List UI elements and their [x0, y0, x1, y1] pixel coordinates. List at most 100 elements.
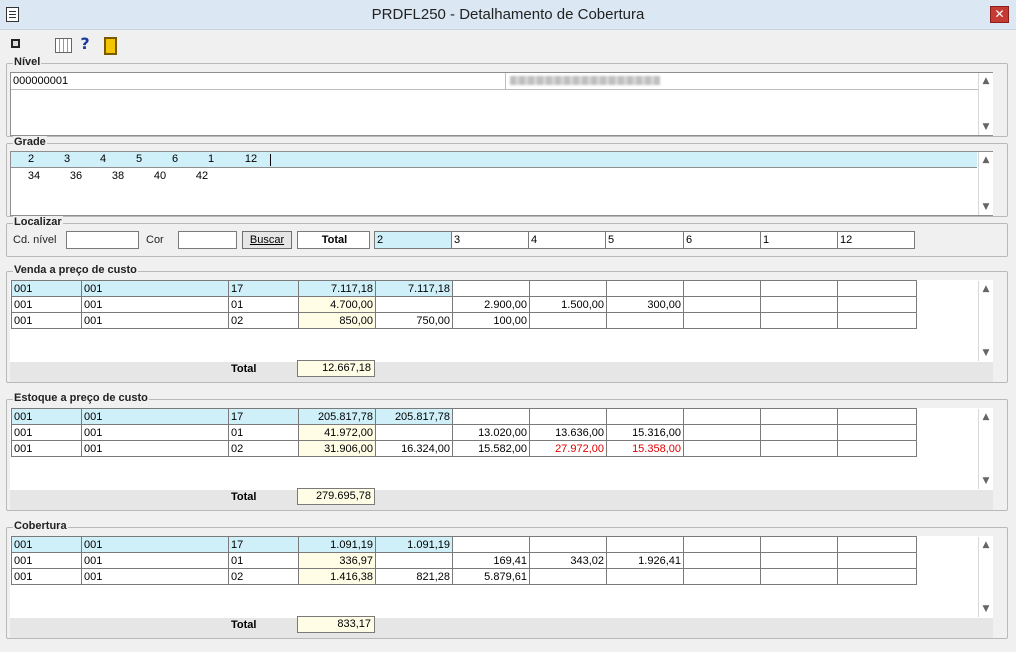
scroll-down-icon[interactable]: ▼ [979, 119, 993, 135]
cell-size-value[interactable] [529, 280, 607, 297]
cell-total[interactable]: 1.416,38 [298, 568, 376, 585]
table-row[interactable]: 001 001 17 205.817,78 205.817,78 [11, 408, 917, 425]
cell-cor[interactable]: 001 [81, 440, 229, 457]
size-header[interactable]: 12 [837, 231, 915, 249]
cell-size-value[interactable]: 343,02 [529, 552, 607, 569]
scroll-down-icon[interactable]: ▼ [979, 199, 993, 215]
cell-total[interactable]: 4.700,00 [298, 296, 376, 313]
size-header[interactable]: 6 [683, 231, 761, 249]
cell-size-value[interactable]: 750,00 [375, 312, 453, 329]
cell-size-value[interactable]: 169,41 [452, 552, 530, 569]
cell-size-value[interactable]: 1.500,00 [529, 296, 607, 313]
cell-size-value[interactable] [683, 296, 761, 313]
cell-size-value[interactable] [760, 280, 838, 297]
table-row[interactable]: 001 001 02 1.416,38 821,28 5.879,61 [11, 568, 917, 585]
cell-total[interactable]: 41.972,00 [298, 424, 376, 441]
cell-tipo[interactable]: 17 [228, 280, 299, 297]
cell-size-value[interactable] [606, 568, 684, 585]
cell-size-value[interactable] [606, 536, 684, 553]
grade-row-1[interactable]: 2 3 4 5 6 1 12 [11, 152, 977, 168]
cell-size-value[interactable] [529, 568, 607, 585]
cell-cor[interactable]: 001 [81, 312, 229, 329]
cell-size-value[interactable] [683, 536, 761, 553]
cell-cor[interactable]: 001 [81, 280, 229, 297]
scroll-up-icon[interactable]: ▲ [979, 409, 993, 425]
cell-cor[interactable]: 001 [81, 296, 229, 313]
cell-cor[interactable]: 001 [81, 424, 229, 441]
cell-size-value[interactable] [683, 408, 761, 425]
cell-total[interactable]: 1.091,19 [298, 536, 376, 553]
cell-nivel[interactable]: 001 [11, 424, 82, 441]
help-icon[interactable]: ? [76, 35, 94, 53]
table-row[interactable]: 001 001 01 336,97 169,41 343,02 1.926,41 [11, 552, 917, 569]
cell-size-value[interactable] [683, 280, 761, 297]
cell-size-value[interactable] [683, 568, 761, 585]
scroll-up-icon[interactable]: ▲ [979, 537, 993, 553]
cell-size-value[interactable] [452, 536, 530, 553]
cell-cor[interactable]: 001 [81, 408, 229, 425]
cell-size-value[interactable] [837, 552, 917, 569]
cell-size-value[interactable]: 205.817,78 [375, 408, 453, 425]
cell-size-value[interactable] [529, 536, 607, 553]
cell-tipo[interactable]: 02 [228, 568, 299, 585]
cell-size-value[interactable] [837, 408, 917, 425]
cell-size-value[interactable]: 100,00 [452, 312, 530, 329]
cell-size-value[interactable] [529, 312, 607, 329]
table-row[interactable]: 001 001 02 31.906,00 16.324,00 15.582,00 27.97… [11, 440, 917, 457]
cell-cor[interactable]: 001 [81, 536, 229, 553]
cell-size-value[interactable] [683, 424, 761, 441]
exit-door-icon[interactable] [100, 35, 118, 55]
cell-total[interactable]: 336,97 [298, 552, 376, 569]
cell-nivel[interactable]: 001 [11, 552, 82, 569]
cell-size-value[interactable] [375, 552, 453, 569]
scroll-up-icon[interactable]: ▲ [979, 73, 993, 89]
cell-total[interactable]: 31.906,00 [298, 440, 376, 457]
cell-nivel[interactable]: 001 [11, 440, 82, 457]
table-row[interactable]: 001 001 17 1.091,19 1.091,19 [11, 536, 917, 553]
cd-nivel-input[interactable] [66, 231, 139, 249]
nivel-row[interactable]: 000000001 [11, 73, 993, 90]
cell-size-value[interactable] [760, 408, 838, 425]
cell-size-value[interactable] [760, 296, 838, 313]
cell-nivel[interactable]: 001 [11, 296, 82, 313]
cell-size-value[interactable]: 300,00 [606, 296, 684, 313]
cell-tipo[interactable]: 02 [228, 440, 299, 457]
cell-size-value[interactable]: 2.900,00 [452, 296, 530, 313]
cell-size-value[interactable]: 15.358,00 [606, 440, 684, 457]
close-button[interactable]: ✕ [990, 6, 1009, 23]
cell-size-value[interactable]: 13.636,00 [529, 424, 607, 441]
size-header[interactable]: 3 [451, 231, 529, 249]
scroll-up-icon[interactable]: ▲ [979, 152, 993, 168]
cell-size-value[interactable]: 7.117,18 [375, 280, 453, 297]
cell-size-value[interactable]: 15.582,00 [452, 440, 530, 457]
size-header[interactable]: 1 [760, 231, 838, 249]
cell-size-value[interactable]: 16.324,00 [375, 440, 453, 457]
cell-size-value[interactable] [606, 312, 684, 329]
cell-cor[interactable]: 001 [81, 552, 229, 569]
cell-nivel[interactable]: 001 [11, 312, 82, 329]
export-icon[interactable] [8, 35, 26, 53]
nivel-list[interactable]: 000000001 ▲ ▼ [10, 72, 993, 136]
cell-size-value[interactable] [683, 312, 761, 329]
cell-size-value[interactable] [529, 408, 607, 425]
size-header[interactable]: 2 [374, 231, 452, 249]
size-header[interactable]: 5 [605, 231, 684, 249]
cell-total[interactable]: 205.817,78 [298, 408, 376, 425]
cell-size-value[interactable] [452, 408, 530, 425]
cobertura-scrollbar[interactable]: ▲ ▼ [978, 537, 993, 617]
cell-tipo[interactable]: 01 [228, 552, 299, 569]
cell-size-value[interactable]: 27.972,00 [529, 440, 607, 457]
cell-size-value[interactable] [683, 552, 761, 569]
cell-nivel[interactable]: 001 [11, 536, 82, 553]
cell-size-value[interactable] [837, 280, 917, 297]
size-header[interactable]: 4 [528, 231, 606, 249]
cell-size-value[interactable]: 13.020,00 [452, 424, 530, 441]
cell-cor[interactable]: 001 [81, 568, 229, 585]
cell-nivel[interactable]: 001 [11, 408, 82, 425]
scroll-down-icon[interactable]: ▼ [979, 473, 993, 489]
cell-size-value[interactable] [837, 312, 917, 329]
cell-total[interactable]: 850,00 [298, 312, 376, 329]
cell-size-value[interactable] [837, 536, 917, 553]
nivel-scrollbar[interactable]: ▲ ▼ [978, 73, 993, 135]
cell-size-value[interactable]: 821,28 [375, 568, 453, 585]
